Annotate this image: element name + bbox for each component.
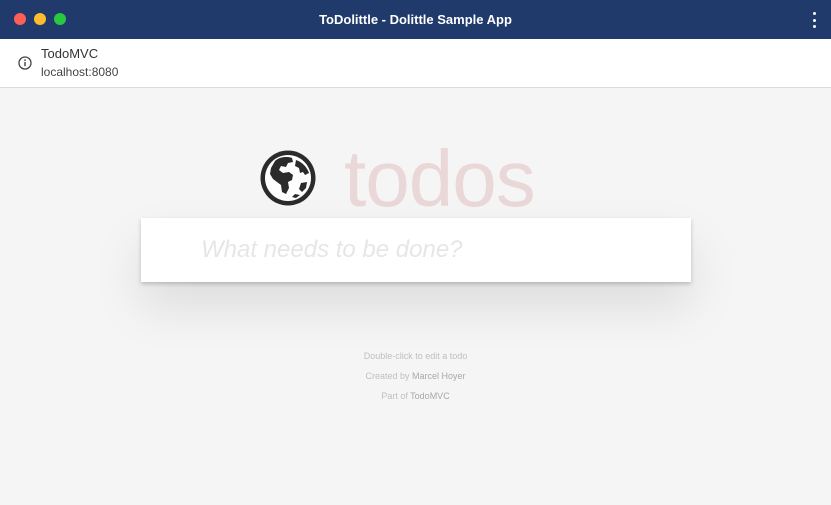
site-title: TodoMVC (41, 46, 99, 61)
window-titlebar: ToDolittle - Dolittle Sample App (0, 0, 831, 39)
edit-hint: Double-click to edit a todo (363, 351, 468, 361)
credits-line: Created by Marcel Hoyer (0, 366, 831, 386)
kebab-menu-icon[interactable] (811, 12, 817, 28)
site-url: localhost:8080 (41, 65, 119, 79)
globe-icon (260, 150, 316, 206)
credits-prefix: Created by (365, 371, 410, 381)
info-circle-icon[interactable] (18, 56, 32, 70)
todomvc-link[interactable]: TodoMVC (410, 391, 450, 401)
new-todo-panel (141, 218, 691, 282)
site-info-bar: TodoMVC localhost:8080 (0, 39, 831, 88)
window-title: ToDolittle - Dolittle Sample App (319, 12, 512, 27)
part-of-line: Part of TodoMVC (0, 386, 831, 406)
author-link[interactable]: Marcel Hoyer (412, 371, 466, 381)
todo-app: todos Double-click to edit a todo Create… (0, 88, 831, 505)
new-todo-input[interactable] (141, 218, 691, 282)
part-of-prefix: Part of (381, 391, 408, 401)
app-heading: todos (344, 134, 536, 223)
info-footer: Double-click to edit a todo Created by M… (0, 346, 831, 406)
